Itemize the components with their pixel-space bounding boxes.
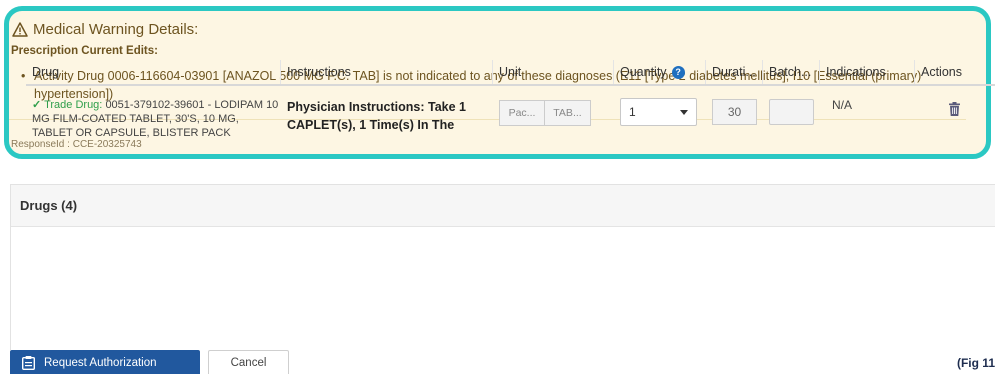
cancel-button[interactable]: Cancel [208, 350, 289, 374]
warning-title-text: Medical Warning Details: [33, 21, 199, 38]
request-authorization-button[interactable]: Request Authorization [10, 350, 200, 374]
table-row: ✓ Trade Drug: 0051-379102-39601 - LODIPA… [26, 86, 995, 146]
unit-package-field[interactable]: Pac... [499, 100, 545, 126]
duration-field[interactable]: 30 [712, 99, 757, 125]
clipboard-icon [22, 356, 35, 370]
warning-subtitle: Prescription Current Edits: [11, 45, 158, 57]
help-icon[interactable]: ? [671, 65, 685, 79]
quantity-value: 1 [629, 105, 636, 119]
column-actions: Actions [921, 65, 962, 79]
figure-label: (Fig 11 [956, 356, 995, 370]
column-batch[interactable]: Batch... [763, 60, 820, 84]
unit-cell: Pac... TAB... [493, 98, 614, 146]
batch-field[interactable] [769, 99, 814, 125]
quantity-select[interactable]: 1 [620, 98, 697, 126]
drug-code: 0051-379102-39601 - [105, 99, 212, 111]
column-quantity-label: Quantity [620, 65, 667, 79]
drugs-header[interactable]: Drugs (4) [11, 185, 995, 227]
column-drug[interactable]: Drug [26, 60, 281, 84]
drug-kind: Trade Drug: [44, 99, 103, 111]
duration-cell: 30 [706, 98, 763, 146]
instructions-cell: Physician Instructions: Take 1 CAPLET(s)… [287, 100, 466, 132]
unit-type-field[interactable]: TAB... [545, 100, 591, 126]
batch-cell [763, 98, 820, 146]
drugs-card: Drugs (4) [10, 184, 995, 354]
request-authorization-label: Request Authorization [44, 357, 157, 369]
indications-cell: N/A [820, 98, 915, 146]
warning-icon [12, 22, 28, 37]
column-unit[interactable]: Unit [493, 60, 614, 84]
actions-cell [915, 98, 985, 146]
check-icon: ✓ [32, 99, 42, 111]
drug-cell: ✓ Trade Drug: 0051-379102-39601 - LODIPA… [26, 98, 281, 146]
quantity-cell: 1 [614, 98, 706, 146]
column-duration[interactable]: Durati... [706, 60, 763, 84]
column-instructions[interactable]: Instructions [281, 60, 493, 84]
indications-value: N/A [832, 98, 853, 112]
drugs-heading: Drugs (4) [20, 198, 78, 213]
drugs-table: Drug Instructions Unit Quantity ? Durati… [26, 60, 995, 146]
column-indications[interactable]: Indications [820, 60, 915, 84]
column-quantity[interactable]: Quantity ? [614, 60, 706, 84]
chevron-down-icon [680, 109, 688, 115]
footer-bar: Request Authorization Cancel (Fig 11 [0, 350, 995, 374]
trash-icon[interactable] [949, 102, 960, 116]
table-header-row: Drug Instructions Unit Quantity ? Durati… [26, 60, 995, 86]
warning-title: Medical Warning Details: [12, 21, 198, 38]
